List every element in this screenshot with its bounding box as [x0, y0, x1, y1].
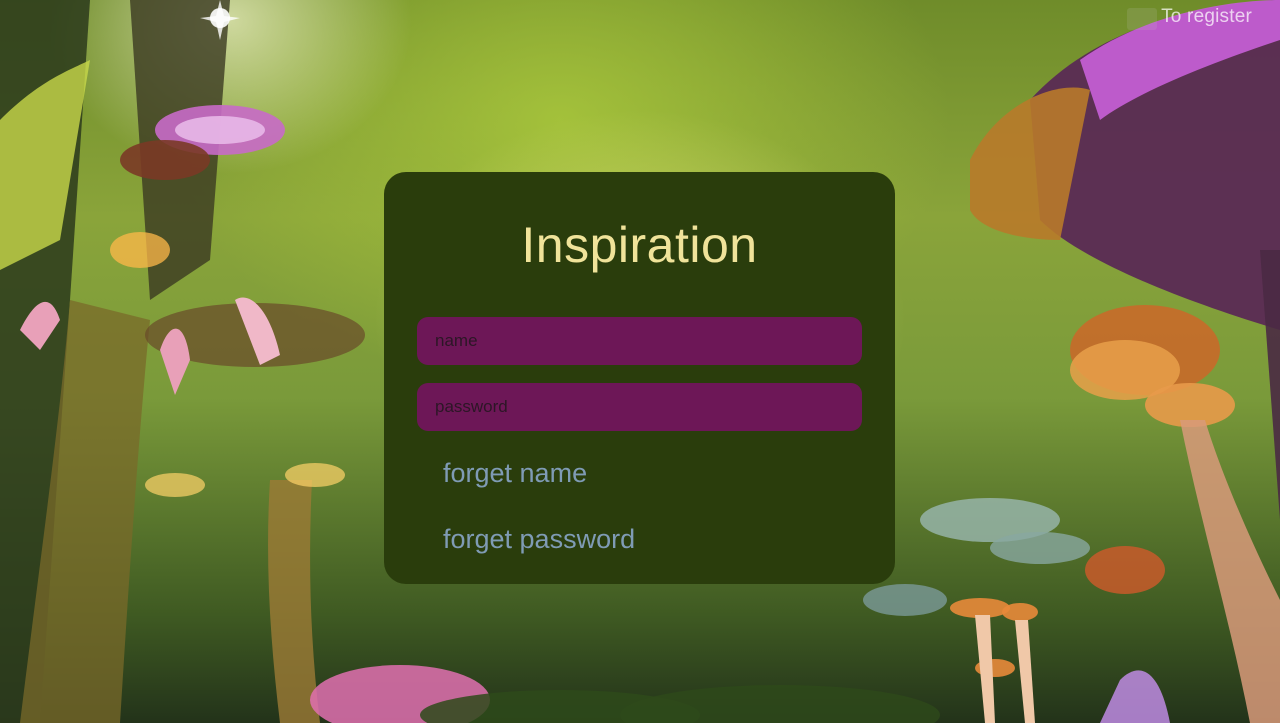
register-link-label: To register [1161, 6, 1252, 27]
password-input[interactable] [417, 383, 862, 431]
register-link[interactable]: To register [1127, 6, 1252, 30]
forget-password-link[interactable]: forget password [443, 524, 635, 555]
name-input[interactable] [417, 317, 862, 365]
page-background: To register Inspiration forget name forg… [0, 0, 1280, 723]
forget-name-link[interactable]: forget name [443, 458, 587, 489]
register-box-icon [1127, 8, 1158, 30]
card-title: Inspiration [521, 217, 758, 273]
login-card: Inspiration forget name forget password [384, 172, 895, 584]
